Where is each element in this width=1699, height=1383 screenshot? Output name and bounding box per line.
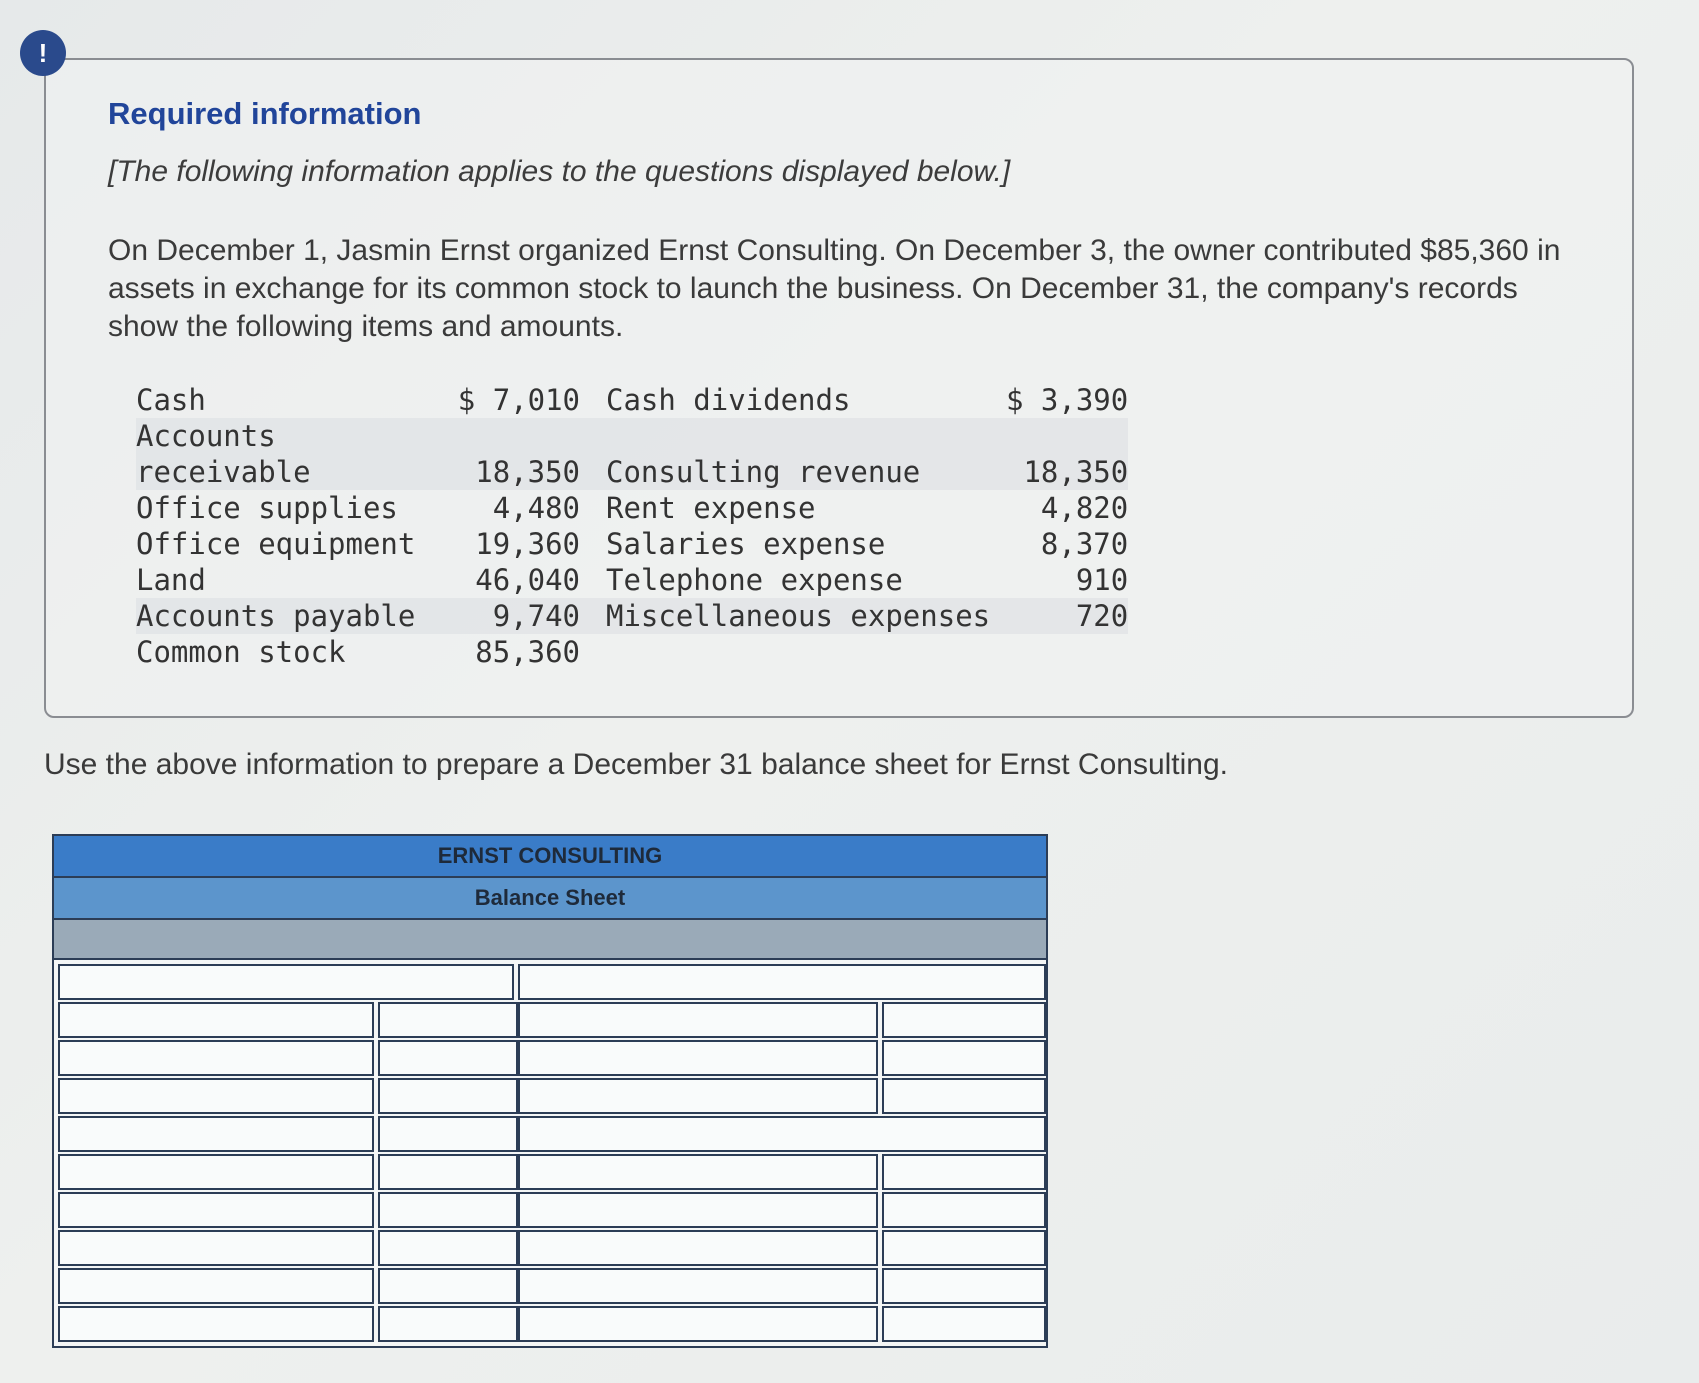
account-name-input[interactable] [58, 1116, 374, 1152]
amount-input[interactable] [882, 1306, 1046, 1342]
account-name-input[interactable] [58, 1078, 374, 1114]
amount-input[interactable] [518, 1040, 878, 1076]
amount-input[interactable] [378, 1078, 518, 1114]
amount-input[interactable] [518, 1002, 878, 1038]
item-amount: 8,370 [1040, 527, 1129, 561]
item-amount: 85,360 [475, 635, 580, 669]
amount-input[interactable] [882, 1230, 1046, 1266]
amount-input[interactable] [518, 1306, 878, 1342]
amount-input[interactable] [518, 964, 1046, 1000]
item-label: Accounts receivable [136, 418, 456, 490]
item-amount: 9,740 [456, 598, 606, 634]
account-name-input[interactable] [58, 1002, 374, 1038]
scenario-paragraph: On December 1, Jasmin Ernst organized Er… [108, 234, 1561, 343]
account-name-input[interactable] [58, 1306, 374, 1342]
amount-input[interactable] [378, 1268, 518, 1304]
item-label: Telephone expense [606, 563, 903, 597]
item-amount: 18,350 [1006, 418, 1129, 490]
item-amount: 720 [1006, 598, 1129, 634]
amount-input[interactable] [882, 1078, 1046, 1114]
item-amount: 18,350 [456, 418, 606, 490]
amount-input[interactable] [378, 1306, 518, 1342]
item-label [606, 634, 1006, 670]
item-label: Accounts payable [136, 598, 456, 634]
item-row: Accounts receivable 18,350 Consulting reve… [136, 418, 1129, 490]
account-name-input[interactable] [58, 1192, 374, 1228]
item-label: Salaries expense [606, 527, 886, 561]
item-amount [1006, 634, 1128, 670]
items-and-amounts-table: Cash $ 7,010 Cash dividends $ 3,390 Accounts… [136, 382, 1129, 670]
amount-input[interactable] [518, 1268, 878, 1304]
account-name-input[interactable] [58, 1268, 374, 1304]
balance-sheet-date-input[interactable] [54, 920, 1046, 960]
item-row: Accounts payable 9,740 Miscellaneous expen… [136, 598, 1129, 634]
required-info-subtitle: [The following information applies to th… [108, 155, 1011, 188]
amount-input[interactable] [882, 1154, 1046, 1190]
item-label: Miscellaneous expenses [606, 598, 1006, 634]
amount-input[interactable] [882, 1192, 1046, 1228]
required-information-box: Required information [The following info… [44, 58, 1634, 718]
item-amount: 4,480 [492, 491, 580, 525]
balance-sheet-company: ERNST CONSULTING [54, 836, 1046, 878]
item-row: Office equipment 19,360 Salaries expense 8,… [136, 526, 1128, 562]
item-amount: 46,040 [475, 563, 580, 597]
item-label: Cash dividends [606, 383, 851, 417]
instruction-text: Use the above information to prepare a D… [44, 748, 1229, 781]
item-label: Land [136, 563, 206, 597]
item-amount: $ 3,390 [1006, 383, 1129, 417]
account-name-input[interactable] [58, 1154, 374, 1190]
item-label: Common stock [136, 635, 346, 669]
required-info-title: Required information [108, 96, 422, 131]
amount-input[interactable] [518, 1154, 878, 1190]
item-row: Office supplies 4,480 Rent expense 4,820 [136, 490, 1128, 526]
balance-sheet-form: ERNST CONSULTING Balance Sheet [52, 834, 1048, 1348]
amount-input[interactable] [378, 1154, 518, 1190]
amount-input[interactable] [518, 1192, 878, 1228]
balance-sheet-grid [54, 960, 1046, 1346]
item-row: Cash $ 7,010 Cash dividends $ 3,390 [136, 382, 1128, 418]
item-amount: $ 7,010 [457, 383, 580, 417]
amount-input[interactable] [378, 1040, 518, 1076]
amount-input[interactable] [882, 1002, 1046, 1038]
amount-input[interactable] [882, 1040, 1046, 1076]
amount-input[interactable] [378, 1116, 518, 1152]
amount-input[interactable] [518, 1230, 878, 1266]
item-label: Office supplies [136, 491, 398, 525]
balance-sheet-title: Balance Sheet [54, 878, 1046, 920]
item-label: Rent expense [606, 491, 816, 525]
amount-input[interactable] [882, 1268, 1046, 1304]
account-name-input[interactable] [58, 1040, 374, 1076]
alert-icon: ! [20, 30, 66, 76]
item-row: Land 46,040 Telephone expense 910 [136, 562, 1128, 598]
account-name-input[interactable] [58, 1230, 374, 1266]
amount-input[interactable] [518, 1078, 878, 1114]
amount-input[interactable] [378, 1192, 518, 1228]
item-amount: 910 [1075, 563, 1129, 597]
item-row: Common stock 85,360 [136, 634, 1128, 670]
item-amount: 19,360 [475, 527, 580, 561]
amount-input[interactable] [378, 1230, 518, 1266]
amount-input[interactable] [378, 1002, 518, 1038]
item-amount: 4,820 [1040, 491, 1129, 525]
item-label: Consulting revenue [606, 418, 1006, 490]
amount-input[interactable] [518, 1116, 1046, 1152]
item-label: Cash [136, 383, 206, 417]
account-name-input[interactable] [58, 964, 514, 1000]
item-label: Office equipment [136, 527, 416, 561]
